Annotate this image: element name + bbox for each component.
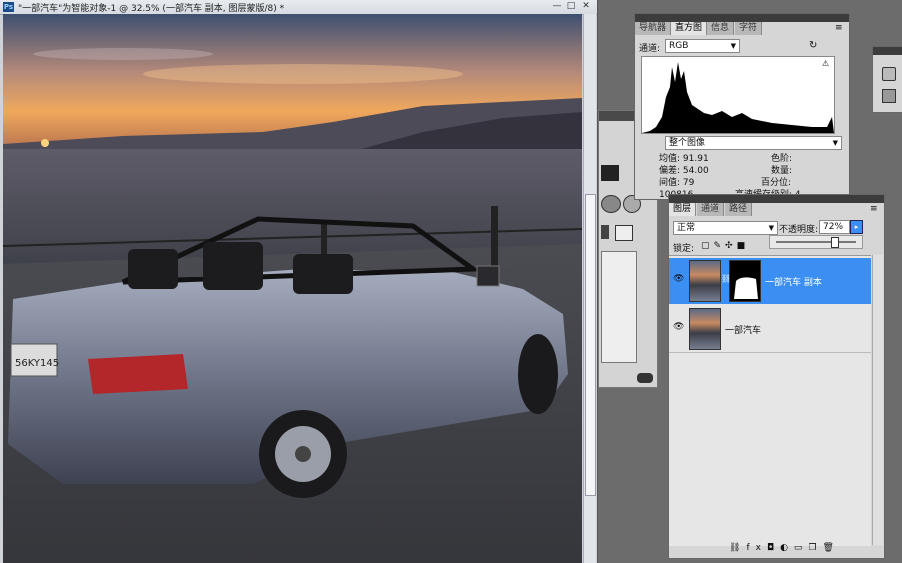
vertical-scrollbar[interactable]: [583, 14, 596, 563]
tab-histogram[interactable]: 直方图: [671, 22, 708, 35]
histogram-panel: 导航器 直方图 信息 字符 ≡ 通道: RGB ▼ ↻ ⚠ 整个图像 ▼ 均值:…: [634, 13, 850, 200]
tab-character[interactable]: 字符: [735, 22, 763, 35]
tab-navigator[interactable]: 导航器: [635, 22, 672, 35]
image-canvas[interactable]: 56KY145: [3, 14, 582, 563]
mean-label: 均值:: [659, 154, 681, 164]
layers-footer: ⛓fx◘◐▭❐🗑: [729, 543, 840, 553]
layers-scrollbar[interactable]: [872, 255, 883, 545]
layer-name[interactable]: 一部汽车: [725, 323, 761, 336]
tab-layers[interactable]: 图层: [669, 203, 697, 216]
eye-icon[interactable]: 👁: [673, 274, 684, 284]
tab-paths[interactable]: 路径: [725, 203, 753, 216]
opacity-value: 72%: [823, 222, 844, 232]
close-button[interactable]: ✕: [580, 1, 592, 12]
new-layer-icon[interactable]: ❐: [808, 543, 822, 553]
scrollbar-thumb[interactable]: [585, 194, 596, 496]
minimize-button[interactable]: —: [551, 1, 563, 12]
mask-icon[interactable]: ◘: [767, 543, 780, 553]
invert-icon[interactable]: [601, 225, 609, 239]
layer-thumbnail[interactable]: [689, 308, 721, 350]
layers-panel: 图层 通道 路径 ≡ 正常 ▼ 不透明度: 72% ▸ 锁定: ▢✎✣■ 👁 ⛓…: [668, 194, 885, 559]
group-icon[interactable]: ▭: [794, 543, 809, 553]
document-title: "一部汽车"为智能对象-1 @ 32.5% (一部汽车 副本, 图层蒙版/8) …: [18, 4, 285, 14]
median-label: 间值:: [659, 178, 681, 188]
warning-icon[interactable]: ⚠: [822, 59, 829, 68]
count-label: 数量:: [771, 166, 793, 176]
lock-icons[interactable]: ▢✎✣■: [701, 241, 749, 251]
list-area[interactable]: [601, 251, 637, 363]
blend-mode-select[interactable]: 正常 ▼: [673, 221, 778, 235]
layer-thumbnail[interactable]: [689, 260, 721, 302]
layer-name[interactable]: 一部汽车 副本: [765, 275, 822, 288]
stats-left: 均值: 91.91 偏差: 54.00 间值: 79 100816: [659, 153, 709, 197]
chevron-down-icon: ▼: [730, 42, 736, 50]
gradient-icon[interactable]: [601, 165, 619, 181]
tool-strip: [872, 46, 902, 113]
document-titlebar[interactable]: Ps "一部汽车"为智能对象-1 @ 32.5% (一部汽车 副本, 图层蒙版/…: [0, 0, 597, 15]
channel-label: 通道:: [639, 44, 661, 54]
chevron-down-icon: ▼: [768, 224, 774, 232]
channel-select[interactable]: RGB ▼: [665, 39, 740, 53]
panel-header[interactable]: [635, 14, 849, 22]
tab-info[interactable]: 信息: [707, 22, 735, 35]
source-select[interactable]: 整个图像 ▼: [665, 136, 842, 150]
source-value: 整个图像: [669, 138, 706, 148]
opacity-label: 不透明度:: [779, 225, 819, 235]
link-icon[interactable]: ⛓: [729, 543, 746, 553]
fx-icon[interactable]: fx: [746, 543, 767, 553]
opacity-dropdown-button[interactable]: ▸: [850, 220, 863, 234]
opacity-field[interactable]: 72%: [819, 220, 850, 234]
stats-right: 色阶: 数量: 百分位: 高速缓存级别: 4: [735, 153, 801, 197]
panel-header[interactable]: [669, 195, 884, 203]
lock-label: 锁定:: [673, 244, 695, 254]
std-label: 偏差:: [659, 166, 681, 176]
layers-list: 👁 ⛓ 一部汽车 副本 👁 一部汽车: [669, 255, 871, 546]
trash-icon[interactable]: 🗑: [823, 543, 840, 553]
panel-menu-icon[interactable]: [637, 373, 653, 383]
clone-source-icon[interactable]: [882, 89, 896, 103]
panel-menu-icon[interactable]: ≡: [835, 23, 843, 33]
layer-row[interactable]: 👁 ⛓ 一部汽车 副本: [669, 258, 871, 304]
opacity-slider-thumb[interactable]: [830, 237, 839, 248]
level-label: 色阶:: [771, 154, 793, 164]
maximize-button[interactable]: □: [565, 1, 577, 12]
opacity-slider-track: [776, 241, 856, 243]
panel-menu-icon[interactable]: ≡: [870, 204, 878, 214]
panel-header[interactable]: [873, 47, 902, 55]
percentile-label: 百分位:: [761, 178, 792, 188]
layer-row[interactable]: 👁 一部汽车: [669, 306, 871, 353]
median-value: 79: [682, 178, 695, 188]
refresh-icon[interactable]: ↻: [809, 40, 817, 51]
chevron-down-icon: ▼: [832, 139, 838, 147]
tab-channels[interactable]: 通道: [697, 203, 725, 216]
car-photo: 56KY145: [3, 14, 582, 563]
layer-mask-thumbnail[interactable]: [729, 260, 761, 302]
std-value: 54.00: [682, 166, 709, 176]
svg-text:56KY145: 56KY145: [15, 358, 59, 369]
brush-icon[interactable]: [882, 67, 896, 81]
histogram-graph: ⚠: [641, 56, 835, 134]
threshold-icon[interactable]: [615, 225, 633, 241]
mean-value: 91.91: [682, 154, 709, 164]
color-balance-icon[interactable]: [601, 195, 621, 213]
blend-mode-value: 正常: [677, 223, 696, 233]
photoshop-icon: Ps: [3, 2, 14, 12]
eye-icon[interactable]: 👁: [673, 322, 684, 332]
channel-value: RGB: [669, 41, 689, 51]
document-window: Ps "一部汽车"为智能对象-1 @ 32.5% (一部汽车 副本, 图层蒙版/…: [0, 0, 598, 563]
opacity-slider-popup[interactable]: [769, 235, 863, 249]
adjustment-icon[interactable]: ◐: [780, 543, 794, 553]
